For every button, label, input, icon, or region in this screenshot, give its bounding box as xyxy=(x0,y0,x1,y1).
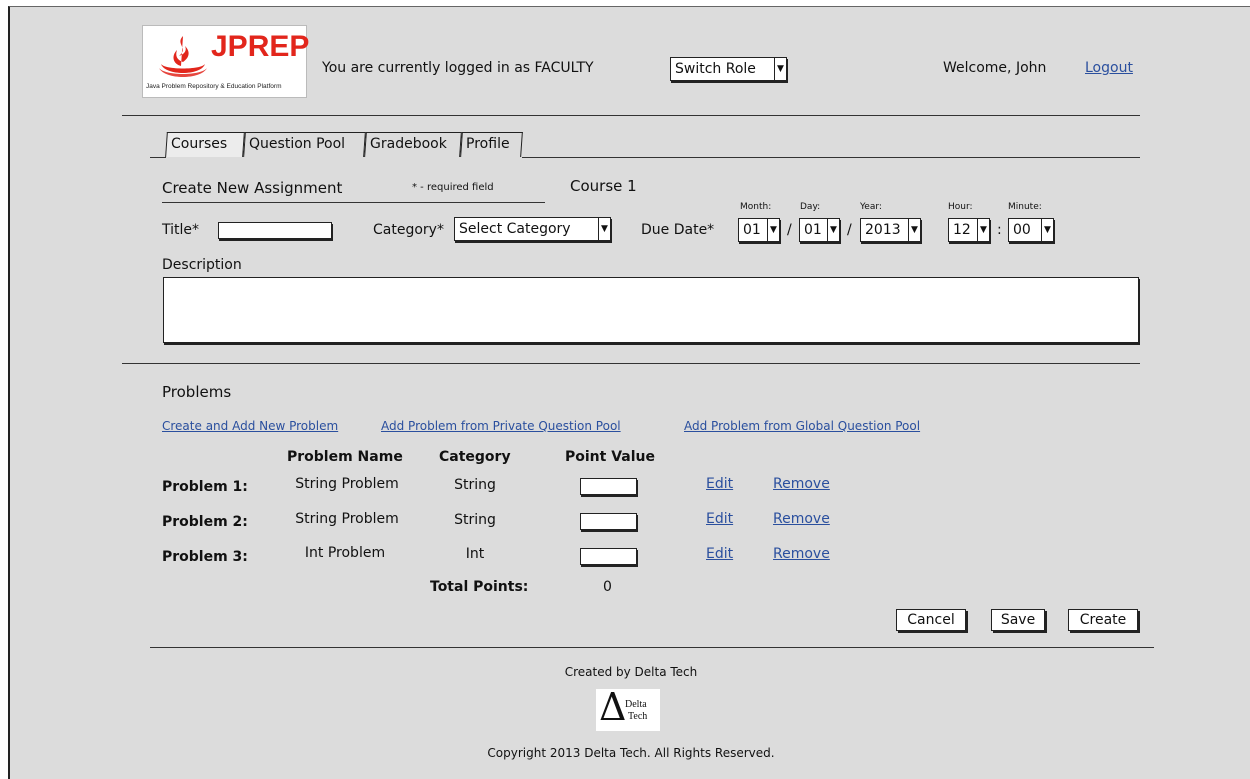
description-textarea[interactable] xyxy=(163,277,1139,343)
category-select-value: Select Category xyxy=(459,221,571,237)
chevron-down-icon: ▼ xyxy=(774,58,786,80)
delta-logo-symbol: Δ xyxy=(599,685,627,729)
title-label: Title* xyxy=(162,222,200,238)
add-private-problem-link[interactable]: Add Problem from Private Question Pool xyxy=(381,419,621,433)
remove-problem-link[interactable]: Remove xyxy=(773,476,830,492)
tab-profile[interactable]: Profile xyxy=(460,132,523,157)
logout-link[interactable]: Logout xyxy=(1085,60,1133,76)
create-button[interactable]: Create xyxy=(1068,609,1138,631)
problem-row-label: Problem 3: xyxy=(162,549,248,565)
day-select[interactable]: 01 ▼ xyxy=(799,218,840,242)
minute-value: 00 xyxy=(1013,222,1031,238)
delta-tech-logo: Δ Delta Tech xyxy=(596,685,660,731)
point-value-input[interactable] xyxy=(580,478,637,495)
minute-label: Minute: xyxy=(1008,202,1042,212)
day-label: Day: xyxy=(800,202,821,212)
total-points-label: Total Points: xyxy=(430,579,529,595)
created-by-text: Created by Delta Tech xyxy=(564,665,698,679)
chevron-down-icon: ▼ xyxy=(598,218,610,240)
column-header-category: Category xyxy=(439,449,511,465)
section-divider xyxy=(122,363,1140,364)
problems-heading: Problems xyxy=(162,383,232,401)
delta-logo-line1: Delta xyxy=(625,699,647,710)
month-label: Month: xyxy=(740,202,772,212)
chevron-down-icon: ▼ xyxy=(977,219,989,241)
switch-role-label: Switch Role xyxy=(675,61,756,77)
month-value: 01 xyxy=(743,222,761,238)
delta-logo-line2: Tech xyxy=(628,711,648,722)
column-header-name: Problem Name xyxy=(287,449,403,465)
chevron-down-icon: ▼ xyxy=(827,219,839,241)
jprep-logo: JPREP Java Problem Repository & Educatio… xyxy=(142,25,310,98)
chevron-down-icon: ▼ xyxy=(767,219,779,241)
problem-name: Int Problem xyxy=(304,545,386,561)
header-divider xyxy=(122,115,1140,116)
cancel-button[interactable]: Cancel xyxy=(896,609,966,631)
due-date-label: Due Date* xyxy=(641,222,715,238)
problem-category: Int xyxy=(465,546,485,562)
footer-divider xyxy=(150,647,1154,648)
chevron-down-icon: ▼ xyxy=(908,219,920,241)
total-points-value: 0 xyxy=(603,579,612,595)
hour-value: 12 xyxy=(953,222,971,238)
course-name: Course 1 xyxy=(570,177,637,195)
save-button[interactable]: Save xyxy=(991,609,1045,631)
hour-select[interactable]: 12 ▼ xyxy=(948,218,990,242)
login-status: You are currently logged in as FACULTY xyxy=(322,60,594,76)
problem-category: String xyxy=(454,477,496,493)
problem-row-label: Problem 1: xyxy=(162,479,248,495)
add-global-problem-link[interactable]: Add Problem from Global Question Pool xyxy=(684,419,920,433)
problem-row-label: Problem 2: xyxy=(162,514,248,530)
hour-label: Hour: xyxy=(948,202,973,212)
point-value-input[interactable] xyxy=(580,548,637,565)
title-underline xyxy=(162,202,545,203)
month-select[interactable]: 01 ▼ xyxy=(738,218,780,242)
required-note: * - required field xyxy=(412,182,494,193)
year-label: Year: xyxy=(860,202,882,212)
copyright-text: Copyright 2013 Delta Tech. All Rights Re… xyxy=(487,746,775,760)
date-separator: / xyxy=(787,222,792,238)
title-input[interactable] xyxy=(218,222,332,239)
edit-problem-link[interactable]: Edit xyxy=(706,476,733,492)
create-new-problem-link[interactable]: Create and Add New Problem xyxy=(162,419,338,433)
minute-select[interactable]: 00 ▼ xyxy=(1008,218,1054,242)
year-select[interactable]: 2013 ▼ xyxy=(860,218,921,242)
category-select[interactable]: Select Category ▼ xyxy=(454,217,611,241)
remove-problem-link[interactable]: Remove xyxy=(773,546,830,562)
point-value-input[interactable] xyxy=(580,513,637,530)
tabs-left-line xyxy=(150,157,166,158)
problem-name: String Problem xyxy=(295,476,399,492)
logo-text: JPREP xyxy=(211,30,310,63)
problem-name: String Problem xyxy=(295,511,399,527)
tab-courses[interactable]: Courses xyxy=(165,132,245,157)
description-label: Description xyxy=(162,257,242,273)
tabs-right-line xyxy=(522,157,1140,158)
page-title: Create New Assignment xyxy=(162,179,343,197)
tab-question-pool[interactable]: Question Pool xyxy=(243,132,366,157)
tab-gradebook[interactable]: Gradebook xyxy=(364,132,462,157)
date-separator: / xyxy=(847,222,852,238)
welcome-text: Welcome, John xyxy=(943,60,1047,76)
column-header-points: Point Value xyxy=(565,449,655,465)
edit-problem-link[interactable]: Edit xyxy=(706,511,733,527)
problem-category: String xyxy=(454,512,496,528)
day-value: 01 xyxy=(804,222,822,238)
logo-subtitle: Java Problem Repository & Education Plat… xyxy=(146,83,282,90)
category-label: Category* xyxy=(373,222,444,238)
year-value: 2013 xyxy=(865,222,901,238)
chevron-down-icon: ▼ xyxy=(1041,219,1053,241)
switch-role-select[interactable]: Switch Role ▼ xyxy=(670,57,787,81)
remove-problem-link[interactable]: Remove xyxy=(773,511,830,527)
flame-icon xyxy=(159,36,207,77)
time-separator: : xyxy=(997,222,1002,238)
edit-problem-link[interactable]: Edit xyxy=(706,546,733,562)
